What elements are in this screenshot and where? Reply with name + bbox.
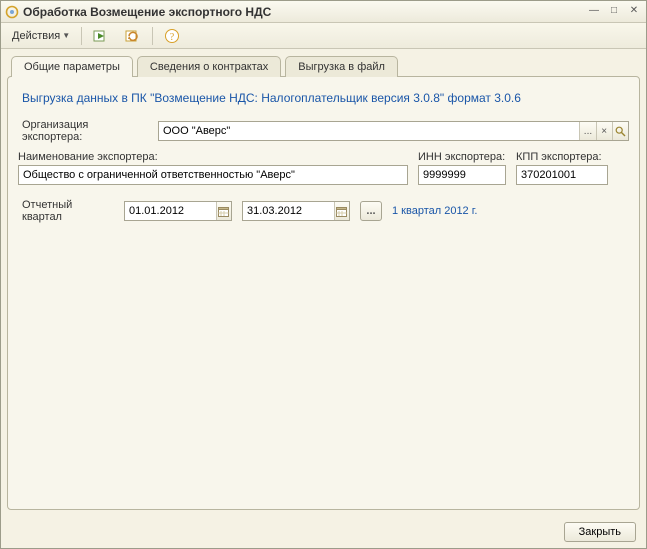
toolbar: Действия ▼ ? <box>1 23 646 49</box>
app-window: Обработка Возмещение экспортного НДС — □… <box>0 0 647 549</box>
kpp-field[interactable] <box>516 165 608 185</box>
calendar-button[interactable] <box>216 202 231 220</box>
refresh-button[interactable] <box>120 26 146 46</box>
date-to-field[interactable] <box>242 201 350 221</box>
window-buttons: — □ ✕ <box>586 5 642 19</box>
report-quarter-row: Отчетный квартал <box>22 199 629 223</box>
close-button[interactable]: Закрыть <box>564 522 636 542</box>
actions-label: Действия <box>12 30 60 42</box>
date-to-input[interactable] <box>243 202 334 220</box>
toolbar-separator <box>152 27 153 45</box>
footer: Закрыть <box>1 516 646 548</box>
row-exporter-org: Организация экспортера: ... × <box>22 119 629 143</box>
tab-panel-general: Выгрузка данных в ПК "Возмещение НДС: На… <box>7 76 640 510</box>
label-kpp: КПП экспортера: <box>516 151 608 163</box>
calendar-icon <box>336 206 347 217</box>
inn-input[interactable] <box>419 166 505 184</box>
exporter-org-field[interactable]: ... × <box>158 121 629 141</box>
date-from-input[interactable] <box>125 202 216 220</box>
help-icon: ? <box>164 28 180 44</box>
export-run-button[interactable] <box>88 26 114 46</box>
date-from-field[interactable] <box>124 201 232 221</box>
ellipsis-button[interactable]: ... <box>579 122 595 140</box>
tab-export[interactable]: Выгрузка в файл <box>285 56 398 77</box>
content-area: Общие параметры Сведения о контрактах Вы… <box>1 49 646 516</box>
calendar-button[interactable] <box>334 202 349 220</box>
tabstrip: Общие параметры Сведения о контрактах Вы… <box>7 55 640 76</box>
play-icon <box>93 28 109 44</box>
tab-general-label: Общие параметры <box>24 61 120 73</box>
exporter-name-field[interactable] <box>18 165 408 185</box>
toolbar-separator <box>81 27 82 45</box>
close-window-button[interactable]: ✕ <box>626 5 642 19</box>
svg-text:?: ? <box>170 32 175 43</box>
period-description: 1 квартал 2012 г. <box>392 205 477 217</box>
chevron-down-icon: ▼ <box>62 31 70 40</box>
tab-export-label: Выгрузка в файл <box>298 61 385 73</box>
label-exporter-org: Организация экспортера: <box>22 119 150 143</box>
inn-field[interactable] <box>418 165 506 185</box>
period-select-button[interactable]: ... <box>360 201 382 221</box>
calendar-icon <box>218 206 229 217</box>
actions-menu[interactable]: Действия ▼ <box>7 28 75 44</box>
label-report-quarter: Отчетный квартал <box>22 199 114 223</box>
minimize-button[interactable]: — <box>586 5 602 19</box>
window-title: Обработка Возмещение экспортного НДС <box>23 5 586 19</box>
search-button[interactable] <box>612 122 628 140</box>
app-icon <box>5 5 19 19</box>
reload-icon <box>125 28 141 44</box>
headline: Выгрузка данных в ПК "Возмещение НДС: На… <box>22 91 629 105</box>
kpp-input[interactable] <box>517 166 607 184</box>
help-button[interactable]: ? <box>159 26 185 46</box>
exporter-details-grid: Наименование экспортера: ИНН экспортера:… <box>18 151 629 185</box>
label-inn: ИНН экспортера: <box>418 151 506 163</box>
exporter-org-input[interactable] <box>159 122 579 140</box>
maximize-button[interactable]: □ <box>606 5 622 19</box>
search-icon <box>615 126 626 137</box>
tab-general[interactable]: Общие параметры <box>11 56 133 77</box>
tab-contracts[interactable]: Сведения о контрактах <box>137 56 281 77</box>
label-exporter-name: Наименование экспортера: <box>18 151 408 163</box>
titlebar: Обработка Возмещение экспортного НДС — □… <box>1 1 646 23</box>
clear-button[interactable]: × <box>596 122 612 140</box>
exporter-name-input[interactable] <box>19 166 407 184</box>
tab-contracts-label: Сведения о контрактах <box>150 61 268 73</box>
